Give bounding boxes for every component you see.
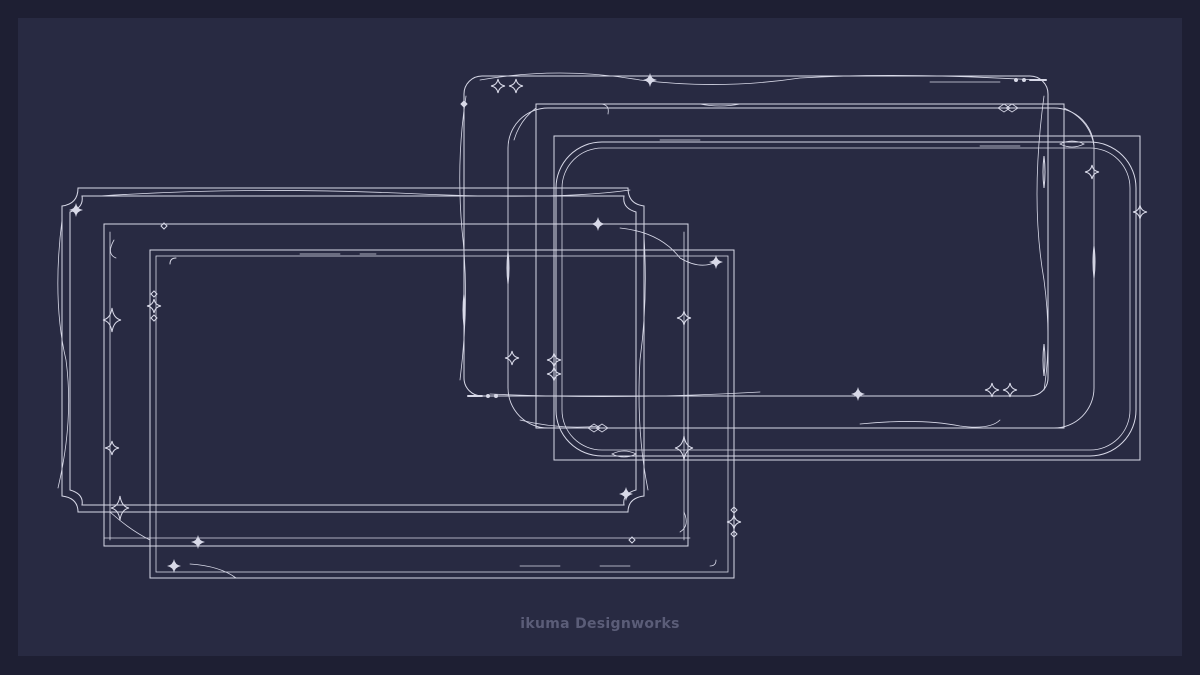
frame-rounded-wavy-right	[459, 72, 1049, 402]
frame-dotted-rule-left	[102, 223, 724, 550]
frame-ornate-scalloped-left	[57, 187, 649, 513]
frame-flourish-right	[504, 103, 1100, 433]
artwork-canvas: ikuma Designworks	[0, 0, 1200, 675]
frame-rounded-double-right	[546, 135, 1148, 461]
designer-credit: ikuma Designworks	[520, 616, 680, 632]
frame-ornaments-illustration	[57, 72, 1148, 579]
frame-simple-double-left	[149, 249, 742, 579]
